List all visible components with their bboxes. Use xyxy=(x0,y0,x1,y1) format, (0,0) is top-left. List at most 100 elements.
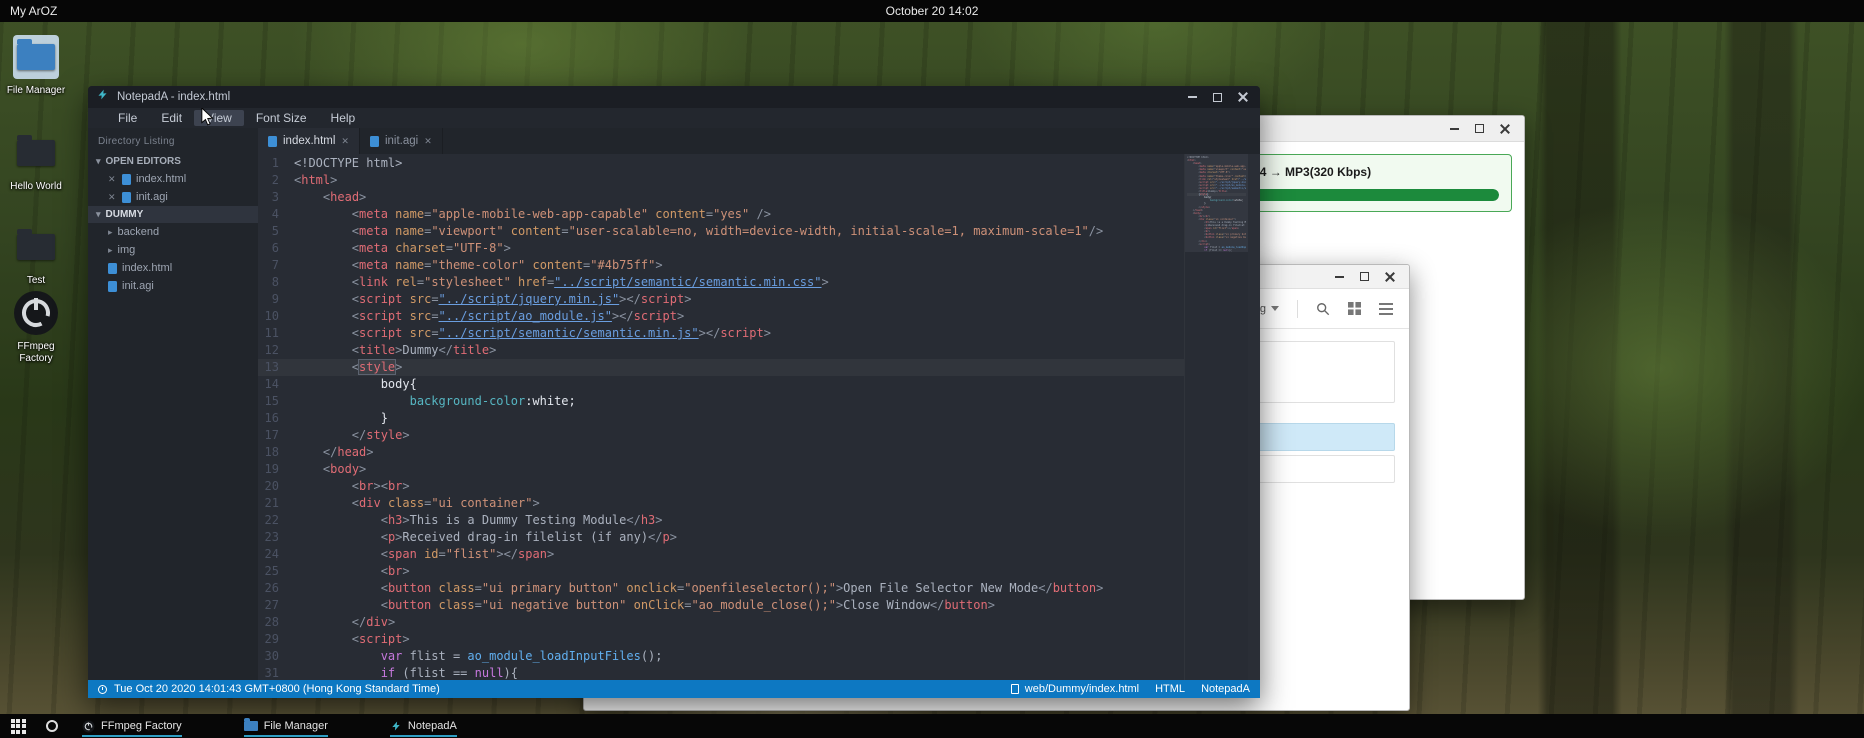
tree-item-init-agi[interactable]: ✕ init.agi xyxy=(88,188,258,206)
maximize-icon[interactable] xyxy=(1213,93,1222,102)
code-line: 3 <head> xyxy=(258,189,1184,206)
file-icon xyxy=(108,281,117,292)
taskbar-item-notepada[interactable]: NotepadA xyxy=(382,714,465,738)
tab-init-agi[interactable]: init.agi ✕ xyxy=(360,128,443,154)
line-number: 31 xyxy=(258,665,294,680)
start-button[interactable] xyxy=(4,714,32,738)
maximize-icon[interactable] xyxy=(1475,124,1484,133)
code-line: 13 <style> xyxy=(258,359,1184,376)
code-line: 2<html> xyxy=(258,172,1184,189)
chevron-right-icon: ▸ xyxy=(108,227,113,238)
taskbar-item-file-manager[interactable]: File Manager xyxy=(236,714,336,738)
code-line: 23 <p>Received drag-in filelist (if any)… xyxy=(258,529,1184,546)
circle-app-icon xyxy=(82,720,95,733)
code-line: 21 <div class="ui container"> xyxy=(258,495,1184,512)
menu-edit[interactable]: Edit xyxy=(149,110,194,126)
desktop-icon-file-manager[interactable]: File Manager xyxy=(4,32,68,97)
code-line: 7 <meta name="theme-color" content="#4b7… xyxy=(258,257,1184,274)
tree-item-label: img xyxy=(118,244,136,256)
tree-item-label: init.agi xyxy=(136,191,168,203)
chevron-down-icon: ▾ xyxy=(96,209,101,220)
file-icon xyxy=(268,136,277,147)
tree-item-backend[interactable]: ▸backend xyxy=(88,223,258,241)
menu-font-size[interactable]: Font Size xyxy=(244,110,319,126)
tree-item-index-html[interactable]: ✕index.html xyxy=(88,170,258,188)
line-number: 12 xyxy=(258,342,294,359)
line-number: 7 xyxy=(258,257,294,274)
desktop-icon-label: Hello World xyxy=(4,181,68,193)
taskbar: FFmpeg Factory File Manager NotepadA xyxy=(0,714,1864,738)
line-number: 17 xyxy=(258,427,294,444)
minimize-icon[interactable] xyxy=(1450,128,1459,130)
close-tab-icon[interactable]: ✕ xyxy=(424,136,432,147)
file-icon xyxy=(370,136,379,147)
taskbar-item-label: FFmpeg Factory xyxy=(101,720,182,732)
tab-index-html[interactable]: index.html✕ xyxy=(258,128,360,154)
toolbar-divider xyxy=(1297,300,1298,318)
section-label: OPEN EDITORS xyxy=(106,156,181,167)
scrollbar[interactable] xyxy=(1248,154,1260,680)
code-line: 9 <script src="../script/jquery.min.js">… xyxy=(258,291,1184,308)
tree-item-index-html[interactable]: index.html xyxy=(88,259,258,277)
menu-help[interactable]: Help xyxy=(319,110,368,126)
tree-item-init-agi[interactable]: init.agi xyxy=(88,277,258,295)
folder-icon xyxy=(17,234,55,260)
code-line: 19 <body> xyxy=(258,461,1184,478)
aroz-circle-icon[interactable] xyxy=(46,720,58,732)
status-language[interactable]: HTML xyxy=(1155,683,1185,695)
code-line: 10 <script src="../script/ao_module.js">… xyxy=(258,308,1184,325)
section-label: DUMMY xyxy=(106,209,144,220)
code-line: 16 } xyxy=(258,410,1184,427)
close-icon[interactable] xyxy=(1385,272,1395,282)
notepada-logo-icon xyxy=(96,88,109,106)
tree-item-img[interactable]: ▸img xyxy=(88,241,258,259)
line-number: 22 xyxy=(258,512,294,529)
taskbar-item-ffmpeg-factory[interactable]: FFmpeg Factory xyxy=(74,714,190,738)
maximize-icon[interactable] xyxy=(1360,272,1369,281)
close-icon[interactable] xyxy=(1500,124,1510,134)
sidebar: Directory Listing ▾OPEN EDITORS✕index.ht… xyxy=(88,128,258,680)
code-editor[interactable]: 1<!DOCTYPE html>2<html>3 <head>4 <meta n… xyxy=(258,154,1184,680)
search-icon[interactable] xyxy=(1316,302,1330,316)
line-number: 4 xyxy=(258,206,294,223)
close-editor-icon[interactable]: ✕ xyxy=(108,174,117,185)
desktop-icon-test[interactable]: Test xyxy=(4,222,68,287)
menu-file[interactable]: File xyxy=(106,110,149,126)
file-icon xyxy=(1011,684,1019,694)
line-number: 13 xyxy=(258,359,294,376)
code-line: 12 <title>Dummy</title> xyxy=(258,342,1184,359)
desktop-icon-hello-world[interactable]: Hello World xyxy=(4,128,68,193)
notepada-logo-icon xyxy=(390,720,402,732)
tree-item-label: init.agi xyxy=(122,280,154,292)
line-number: 11 xyxy=(258,325,294,342)
close-tab-icon[interactable]: ✕ xyxy=(341,136,349,147)
selected-icon-tile xyxy=(13,35,59,79)
line-number: 28 xyxy=(258,614,294,631)
minimap-viewport[interactable] xyxy=(1185,154,1248,252)
menu-view[interactable]: View xyxy=(194,110,244,126)
taskbar-item-label: NotepadA xyxy=(408,720,457,732)
minimize-icon[interactable] xyxy=(1188,96,1197,98)
minimap[interactable]: <!DOCTYPE html><html> <head> <meta name=… xyxy=(1184,154,1248,680)
desktop-icon-ffmpeg-factory[interactable]: FFmpeg Factory xyxy=(4,288,68,365)
section-dummy[interactable]: ▾ DUMMY xyxy=(88,206,258,223)
topbar-app-label: My ArOZ xyxy=(10,4,57,18)
line-number: 26 xyxy=(258,580,294,597)
grid-view-icon[interactable] xyxy=(1348,302,1361,315)
close-icon[interactable] xyxy=(1238,92,1248,102)
minimize-icon[interactable] xyxy=(1335,276,1344,278)
section-open-editors[interactable]: ▾OPEN EDITORS xyxy=(88,153,258,170)
code-line: 1<!DOCTYPE html> xyxy=(258,155,1184,172)
topbar-clock: October 20 14:02 xyxy=(886,4,979,18)
list-view-icon[interactable] xyxy=(1379,303,1393,315)
notepada-titlebar[interactable]: NotepadA - index.html xyxy=(88,86,1260,108)
status-filepath[interactable]: web/Dummy/index.html xyxy=(1025,683,1139,695)
close-editor-icon[interactable]: ✕ xyxy=(108,192,117,203)
line-number: 6 xyxy=(258,240,294,257)
line-number: 2 xyxy=(258,172,294,189)
code-line: 14 body{ xyxy=(258,376,1184,393)
clock-icon xyxy=(98,685,107,694)
folder-icon xyxy=(244,721,258,731)
taskbar-item-label: File Manager xyxy=(264,720,328,732)
tab-label: init.agi xyxy=(385,135,418,147)
